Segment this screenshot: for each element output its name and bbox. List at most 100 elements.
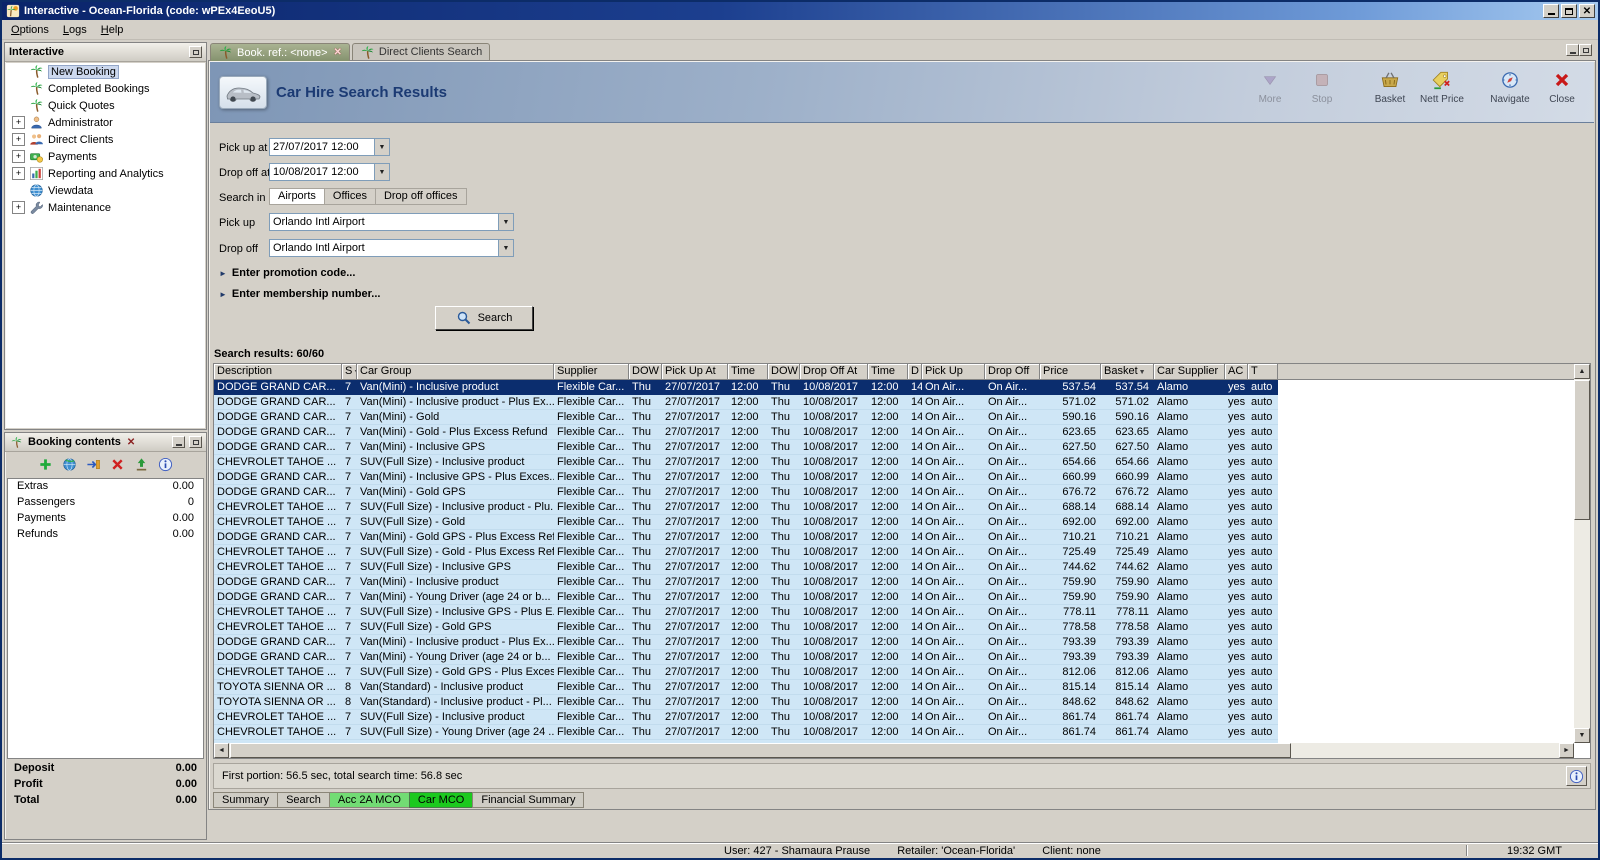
column-header-price-13[interactable]: Price [1040, 364, 1101, 380]
result-row[interactable]: CHEVROLET TAHOE ...7SUV(Full Size) - Inc… [214, 710, 1278, 725]
drop-off-dropdown-icon[interactable]: ▼ [498, 240, 513, 256]
result-row[interactable]: CHEVROLET TAHOE ...7SUV(Full Size) - Inc… [214, 605, 1278, 620]
column-header-supplier-3[interactable]: Supplier [554, 364, 629, 380]
column-header-d-10[interactable]: D [908, 364, 922, 380]
result-row[interactable]: CHEVROLET TAHOE ...7SUV(Full Size) - You… [214, 725, 1278, 740]
navigate-button[interactable]: Navigate [1486, 69, 1534, 105]
expand-toggle-icon[interactable]: + [12, 150, 25, 163]
vertical-scroll-thumb[interactable] [1574, 380, 1590, 520]
basket-button[interactable]: Basket [1366, 69, 1414, 105]
result-row[interactable]: DODGE GRAND CAR...7Van(Mini) - Young Dri… [214, 650, 1278, 665]
result-row[interactable]: DODGE GRAND CAR...7Van(Mini) - Inclusive… [214, 635, 1278, 650]
close-window-button[interactable]: ✕ [1579, 4, 1595, 18]
sidebar-item-completed-bookings[interactable]: Completed Bookings [6, 80, 205, 97]
info-button[interactable] [1566, 766, 1587, 786]
scroll-left-icon[interactable]: ◄ [214, 743, 229, 758]
close-button[interactable]: Close [1538, 69, 1586, 105]
booking-minimize-button[interactable] [172, 436, 185, 448]
column-header-time-9[interactable]: Time [868, 364, 908, 380]
column-header-dow-4[interactable]: DOW [629, 364, 662, 380]
result-row[interactable]: DODGE GRAND CAR...7Van(Mini) - Gold GPS … [214, 530, 1278, 545]
column-header-drop-off-at-8[interactable]: Drop Off At [800, 364, 868, 380]
menu-item-options[interactable]: Options [4, 22, 56, 38]
result-row[interactable]: CHEVROLET TAHOE ...7SUV(Full Size) - Gol… [214, 665, 1278, 680]
add-button[interactable] [36, 455, 55, 474]
view-tab-summary[interactable]: Summary [213, 792, 278, 808]
result-row[interactable]: DODGE GRAND CAR...7Van(Mini) - Inclusive… [214, 440, 1278, 455]
column-header-ac-16[interactable]: AC [1225, 364, 1248, 380]
sidebar-item-quick-quotes[interactable]: Quick Quotes [6, 97, 205, 114]
sidebar-item-administrator[interactable]: +Administrator [6, 114, 205, 131]
search-in-airports[interactable]: Airports [269, 188, 324, 205]
column-header-pick-up-11[interactable]: Pick Up [922, 364, 985, 380]
pick-up-combo[interactable]: Orlando Intl Airport ▼ [269, 213, 514, 231]
scroll-down-icon[interactable]: ▼ [1574, 728, 1590, 743]
booking-contents-close-icon[interactable]: ✕ [125, 437, 137, 448]
menu-item-help[interactable]: Help [94, 22, 131, 38]
column-header-drop-off-12[interactable]: Drop Off [985, 364, 1040, 380]
booking-restore-button[interactable] [189, 436, 202, 448]
tab-direct-clients-search[interactable]: Direct Clients Search [352, 43, 490, 60]
scroll-up-icon[interactable]: ▲ [1574, 364, 1590, 379]
result-row[interactable]: DODGE GRAND CAR...7Van(Mini) - Inclusive… [214, 575, 1278, 590]
result-row[interactable]: DODGE GRAND CAR...7Van(Mini) - Inclusive… [214, 470, 1278, 485]
view-tab-acc-2a-mco[interactable]: Acc 2A MCO [329, 792, 410, 808]
minimize-button[interactable] [1543, 4, 1559, 18]
column-header-basket-14[interactable]: Basket▼ [1101, 364, 1154, 380]
search-button[interactable]: Search [435, 306, 533, 330]
result-row[interactable]: TOYOTA SIENNA OR ...8Van(Standard) - Inc… [214, 695, 1278, 710]
view-tab-search[interactable]: Search [277, 792, 330, 808]
nett-price-button[interactable]: Nett Price [1418, 69, 1466, 105]
sidebar-item-viewdata[interactable]: Viewdata [6, 182, 205, 199]
sidebar-item-maintenance[interactable]: +Maintenance [6, 199, 205, 216]
drop-off-at-field[interactable]: 10/08/2017 12:00 ▼ [269, 163, 390, 181]
column-header-car-group-2[interactable]: Car Group [357, 364, 554, 380]
upload-button[interactable] [132, 455, 151, 474]
column-header-t-17[interactable]: T [1248, 364, 1278, 380]
pick-up-dropdown-icon[interactable]: ▼ [498, 214, 513, 230]
column-header-description-0[interactable]: Description [214, 364, 342, 380]
sidebar-item-direct-clients[interactable]: +Direct Clients [6, 131, 205, 148]
document-restore-button[interactable] [1579, 44, 1592, 56]
pick-up-at-dropdown-icon[interactable]: ▼ [374, 139, 389, 155]
transfer-button[interactable] [84, 455, 103, 474]
search-in-drop-off-offices[interactable]: Drop off offices [375, 188, 467, 205]
tab-close-icon[interactable]: ✕ [334, 47, 342, 58]
expand-toggle-icon[interactable]: + [12, 167, 25, 180]
vertical-scrollbar[interactable]: ▲ ▼ [1574, 364, 1590, 743]
result-row[interactable]: DODGE GRAND CAR...7Van(Mini) - Gold - Pl… [214, 425, 1278, 440]
document-minimize-button[interactable] [1566, 44, 1579, 56]
result-row[interactable]: DODGE GRAND CAR...7Van(Mini) - Gold GPSF… [214, 485, 1278, 500]
horizontal-scroll-thumb[interactable] [230, 743, 1291, 758]
column-header-time-6[interactable]: Time [728, 364, 768, 380]
result-row[interactable]: DODGE GRAND CAR...7Van(Mini) - Inclusive… [214, 380, 1278, 395]
result-row[interactable]: CHEVROLET TAHOE ...7SUV(Full Size) - Inc… [214, 560, 1278, 575]
pick-up-at-field[interactable]: 27/07/2017 12:00 ▼ [269, 138, 390, 156]
menu-item-logs[interactable]: Logs [56, 22, 94, 38]
result-row[interactable]: CHEVROLET TAHOE ...7SUV(Full Size) - Gol… [214, 545, 1278, 560]
sidebar-item-reporting-and-analytics[interactable]: +Reporting and Analytics [6, 165, 205, 182]
result-row[interactable]: CHEVROLET TAHOE ...7SUV(Full Size) - Gol… [214, 620, 1278, 635]
drop-off-combo[interactable]: Orlando Intl Airport ▼ [269, 239, 514, 257]
column-header-s-1[interactable]: S▼ [342, 364, 357, 380]
sidebar-item-new-booking[interactable]: New Booking [6, 63, 205, 80]
result-row[interactable]: CHEVROLET TAHOE ...7SUV(Full Size) - Gol… [214, 515, 1278, 530]
sidebar-item-payments[interactable]: +Payments [6, 148, 205, 165]
info-button[interactable] [156, 455, 175, 474]
result-row[interactable]: DODGE GRAND CAR...7Van(Mini) - GoldFlexi… [214, 410, 1278, 425]
expand-toggle-icon[interactable]: + [12, 201, 25, 214]
tab-book-ref-none[interactable]: Book. ref.: <none>✕ [210, 43, 350, 61]
maximize-button[interactable] [1561, 4, 1577, 18]
delete-button[interactable] [108, 455, 127, 474]
membership-number-expander[interactable]: ► Enter membership number... [219, 288, 380, 300]
result-row[interactable]: DODGE GRAND CAR...7Van(Mini) - Young Dri… [214, 590, 1278, 605]
promotion-code-expander[interactable]: ► Enter promotion code... [219, 267, 355, 279]
result-row[interactable]: CHEVROLET TAHOE ...7SUV(Full Size) - Inc… [214, 500, 1278, 515]
collapse-panel-button[interactable] [189, 46, 202, 58]
horizontal-scrollbar[interactable]: ◄ ► [214, 743, 1574, 758]
column-header-dow-7[interactable]: DOW [768, 364, 800, 380]
result-row[interactable]: TOYOTA SIENNA OR ...8Van(Standard) - Inc… [214, 680, 1278, 695]
view-tab-car-mco[interactable]: Car MCO [409, 792, 473, 808]
expand-toggle-icon[interactable]: + [12, 133, 25, 146]
world-button[interactable] [60, 455, 79, 474]
